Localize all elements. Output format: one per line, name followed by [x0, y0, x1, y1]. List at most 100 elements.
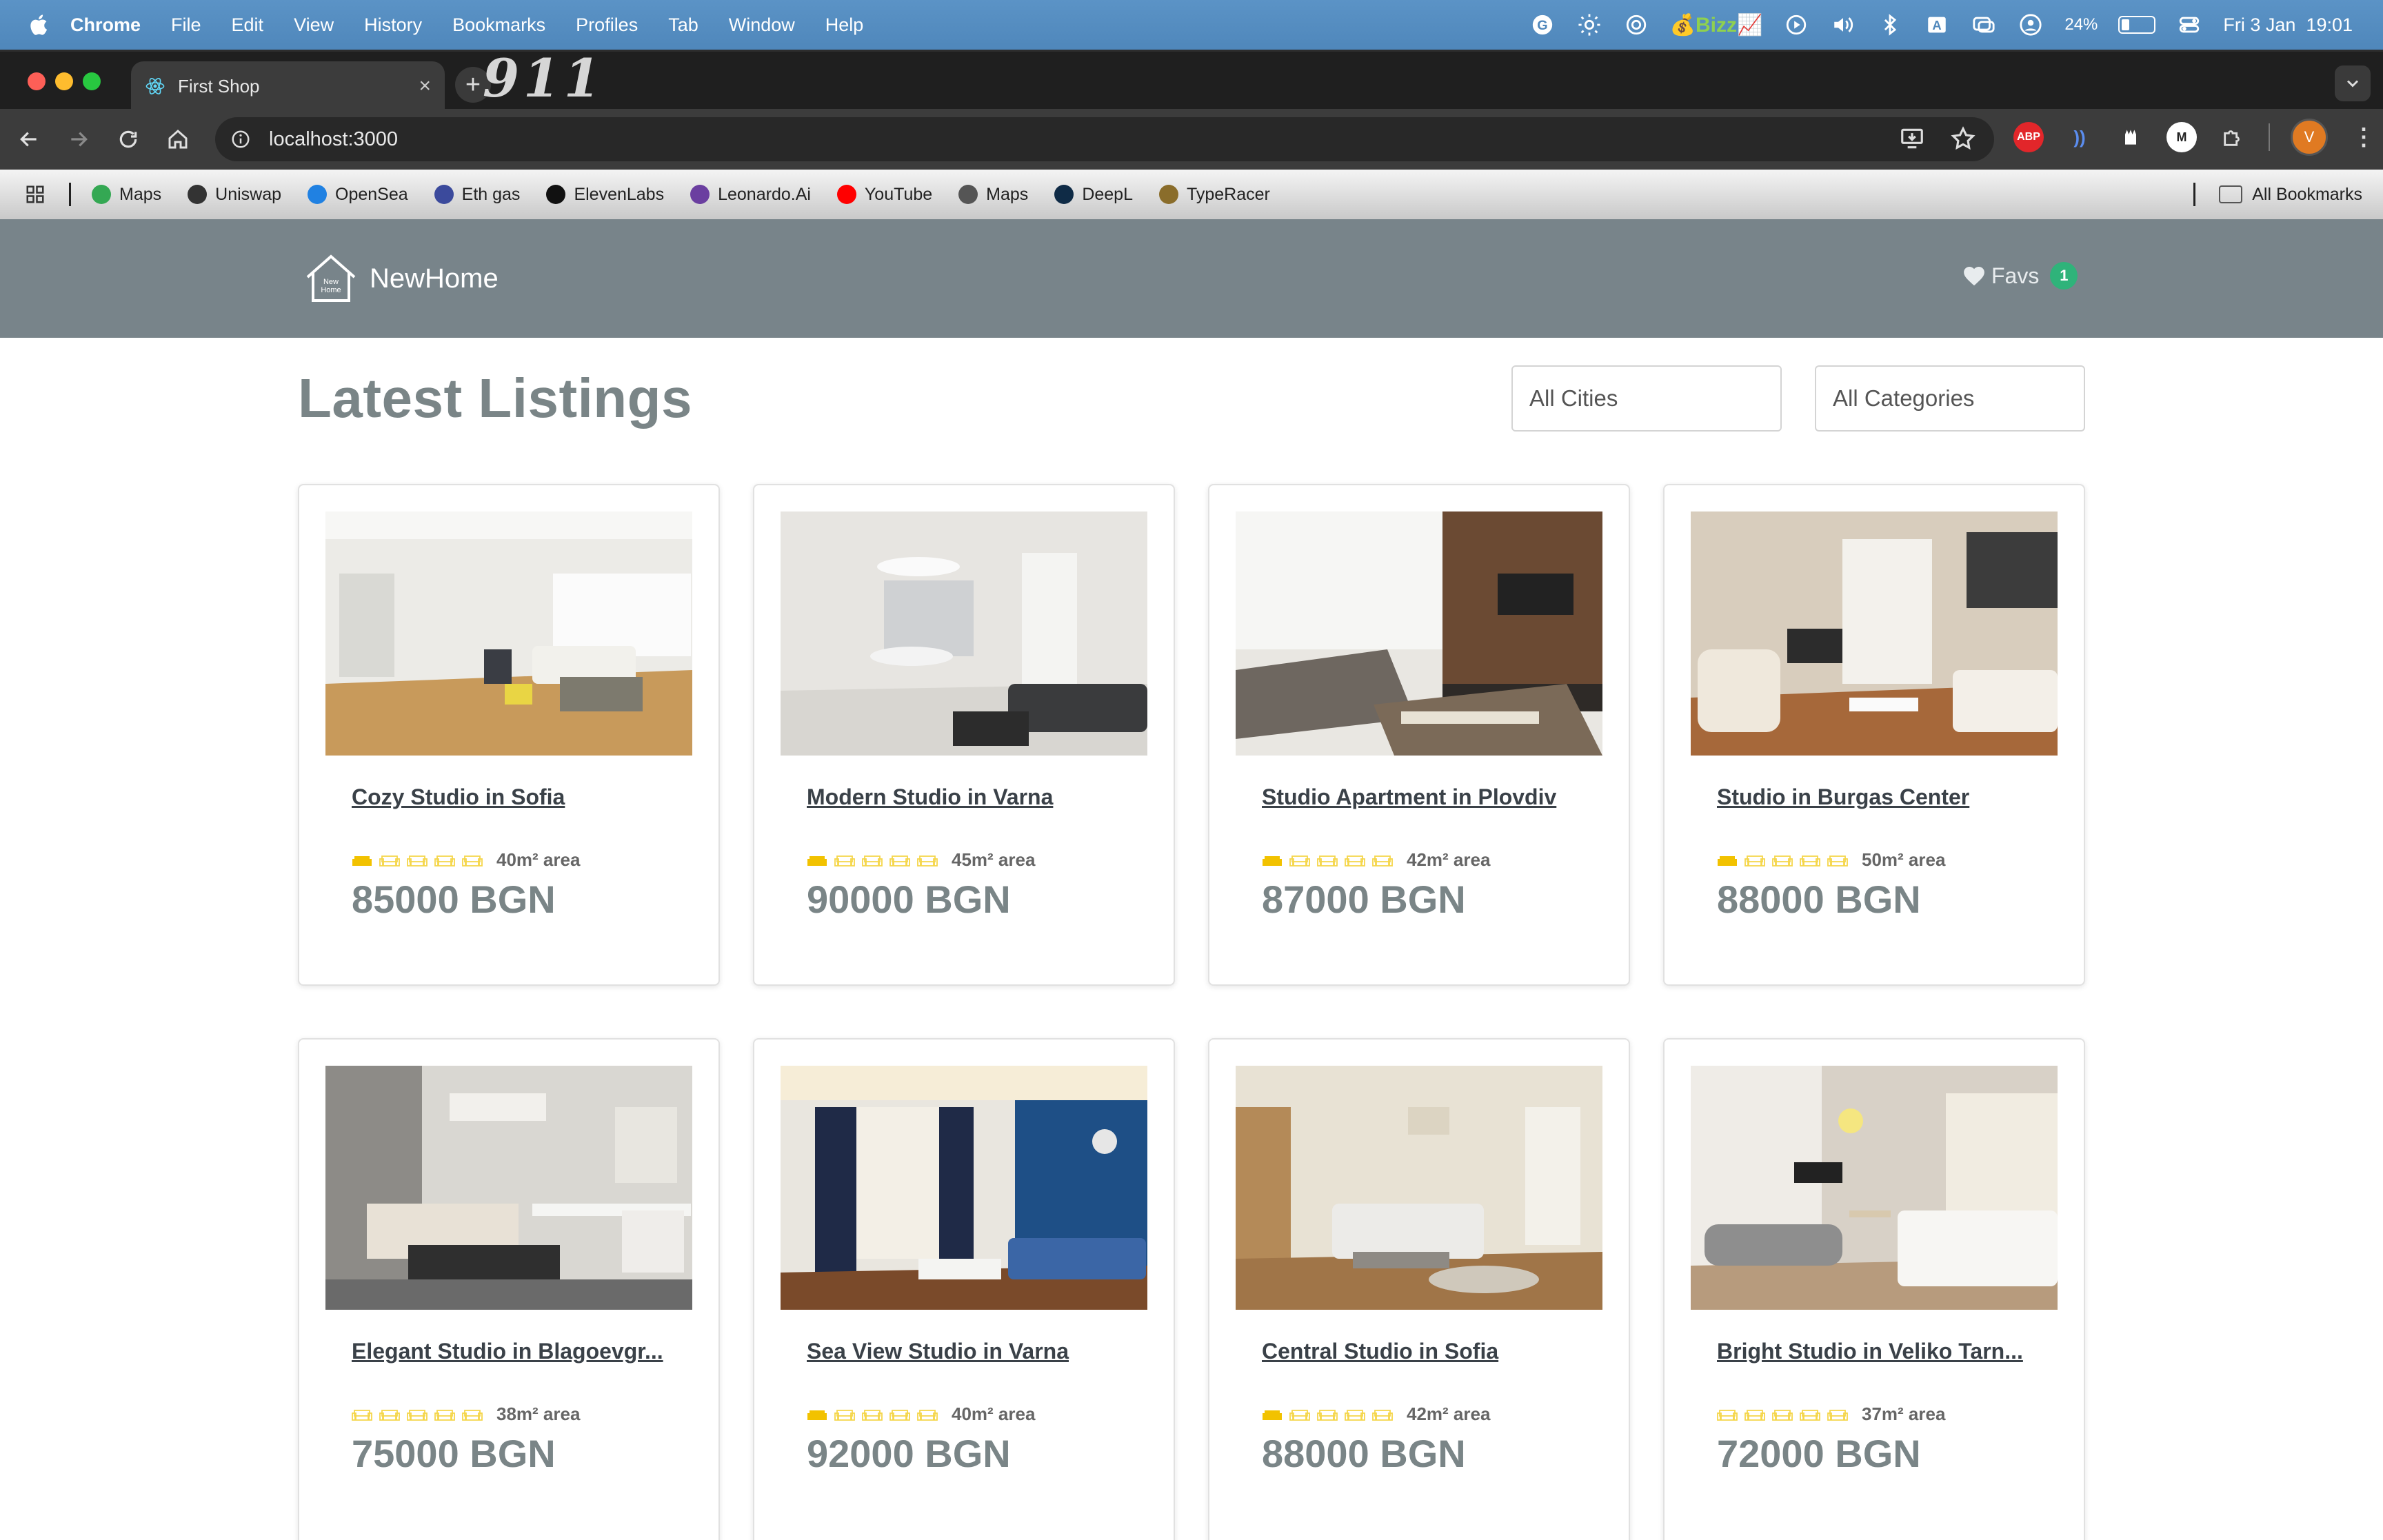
- install-app-icon[interactable]: [1899, 125, 1925, 152]
- play-icon[interactable]: [1783, 12, 1809, 38]
- category-filter-select[interactable]: All Categories: [1815, 365, 2085, 432]
- menu-profiles[interactable]: Profiles: [576, 14, 638, 36]
- sofa-outline-icon: [1827, 855, 1848, 867]
- menu-view[interactable]: View: [294, 14, 334, 36]
- brightness-icon[interactable]: [1576, 12, 1602, 38]
- control-center-icon[interactable]: [2176, 12, 2202, 38]
- bookmark-item[interactable]: TypeRacer: [1158, 185, 1270, 205]
- grammarly-icon[interactable]: G: [1529, 12, 1556, 38]
- window-minimize-button[interactable]: [55, 72, 73, 90]
- listing-card[interactable]: Studio Apartment in Plovdiv 42m² area 87…: [1208, 484, 1630, 986]
- bookmark-item[interactable]: Maps: [958, 185, 1028, 205]
- bookmark-star-icon[interactable]: [1950, 125, 1976, 152]
- comfort-rating: [807, 1406, 945, 1423]
- glove-extension-icon[interactable]: [2115, 122, 2146, 152]
- reload-button[interactable]: [108, 119, 149, 160]
- battery-percent: 24%: [2064, 15, 2098, 34]
- screen-mirroring-icon[interactable]: [1971, 12, 1997, 38]
- menu-file[interactable]: File: [171, 14, 201, 36]
- listing-card[interactable]: Central Studio in Sofia 42m² area 88000 …: [1208, 1038, 1630, 1540]
- listing-photo[interactable]: [325, 1066, 692, 1310]
- listing-title[interactable]: Bright Studio in Veliko Tarn...: [1717, 1339, 2034, 1364]
- city-filter-select[interactable]: All Cities: [1511, 365, 1782, 432]
- listing-card[interactable]: Elegant Studio in Blagoevgr... 38m² area…: [298, 1038, 720, 1540]
- url-text[interactable]: localhost:3000: [269, 128, 398, 151]
- listing-card[interactable]: Sea View Studio in Varna 40m² area 92000…: [753, 1038, 1175, 1540]
- sofa-filled-icon: [807, 1410, 827, 1420]
- listing-card[interactable]: Cozy Studio in Sofia 40m² area 85000 BGN: [298, 484, 720, 986]
- listing-card[interactable]: Studio in Burgas Center 50m² area 88000 …: [1663, 484, 2085, 986]
- home-button[interactable]: [157, 119, 199, 160]
- menu-help[interactable]: Help: [825, 14, 864, 36]
- bookmark-item[interactable]: Leonardo.Ai: [690, 185, 811, 205]
- forward-button[interactable]: [58, 119, 99, 160]
- chatgpt-icon[interactable]: [1623, 12, 1649, 38]
- bookmark-item[interactable]: Uniswap: [188, 185, 281, 205]
- menu-app-chrome[interactable]: Chrome: [70, 14, 141, 36]
- clock[interactable]: Fri 3 Jan 19:01: [2223, 14, 2353, 36]
- tab-close-icon[interactable]: ×: [419, 74, 431, 98]
- volume-icon[interactable]: [1830, 12, 1856, 38]
- all-bookmarks[interactable]: All Bookmarks: [2193, 170, 2362, 219]
- back-button[interactable]: [8, 119, 50, 160]
- chrome-menu-icon[interactable]: ⋮: [2349, 122, 2379, 152]
- listing-photo[interactable]: [781, 1066, 1147, 1310]
- listing-title[interactable]: Studio Apartment in Plovdiv: [1262, 784, 1579, 810]
- bookmark-item[interactable]: Eth gas: [434, 185, 520, 205]
- apps-grid-icon[interactable]: [25, 184, 46, 205]
- window-close-button[interactable]: [28, 72, 46, 90]
- address-bar[interactable]: localhost:3000: [215, 117, 1994, 161]
- listing-title[interactable]: Elegant Studio in Blagoevgr...: [352, 1339, 669, 1364]
- tab-first-shop[interactable]: First Shop ×: [131, 61, 445, 111]
- menu-history[interactable]: History: [364, 14, 422, 36]
- listing-photo[interactable]: [781, 511, 1147, 756]
- sofa-outline-icon: [1317, 1409, 1338, 1421]
- listing-card[interactable]: Modern Studio in Varna 45m² area 90000 B…: [753, 484, 1175, 986]
- profile-avatar[interactable]: V: [2291, 119, 2328, 156]
- bookmark-item[interactable]: DeepL: [1054, 185, 1133, 205]
- bookmark-label: Maps: [986, 184, 1029, 204]
- new-tab-button[interactable]: +: [455, 67, 491, 103]
- bizz-widget[interactable]: 💰Bizz📈: [1670, 13, 1763, 37]
- site-info-icon[interactable]: [230, 129, 251, 150]
- listing-meta: 38m² area: [352, 1404, 580, 1425]
- listing-title[interactable]: Central Studio in Sofia: [1262, 1339, 1579, 1364]
- bookmark-item[interactable]: YouTube: [836, 185, 932, 205]
- bookmark-item[interactable]: Maps: [92, 185, 161, 205]
- battery-icon[interactable]: [2118, 16, 2156, 34]
- window-zoom-button[interactable]: [83, 72, 101, 90]
- listing-photo[interactable]: [325, 511, 692, 756]
- apple-icon[interactable]: [28, 13, 48, 37]
- listing-title[interactable]: Sea View Studio in Varna: [807, 1339, 1124, 1364]
- listing-photo[interactable]: [1691, 511, 2058, 756]
- listing-photo[interactable]: [1236, 511, 1602, 756]
- bookmark-item[interactable]: OpenSea: [308, 185, 408, 205]
- listing-card[interactable]: Bright Studio in Veliko Tarn... 37m² are…: [1663, 1038, 2085, 1540]
- menu-tab[interactable]: Tab: [668, 14, 698, 36]
- listing-title[interactable]: Modern Studio in Varna: [807, 784, 1124, 810]
- menu-window[interactable]: Window: [729, 14, 795, 36]
- cmc-extension-icon[interactable]: M: [2166, 122, 2197, 152]
- brand-link[interactable]: New Home NewHome: [303, 251, 499, 306]
- menu-edit[interactable]: Edit: [232, 14, 264, 36]
- listing-title[interactable]: Cozy Studio in Sofia: [352, 784, 669, 810]
- sofa-outline-icon: [379, 1409, 400, 1421]
- sofa-outline-icon: [862, 855, 883, 867]
- bookmark-item[interactable]: ElevenLabs: [546, 185, 664, 205]
- bright-studio-photo: [1691, 511, 2058, 756]
- listing-title[interactable]: Studio in Burgas Center: [1717, 784, 2034, 810]
- bluetooth-icon[interactable]: [1877, 12, 1903, 38]
- user-account-icon[interactable]: [2018, 12, 2044, 38]
- menu-bookmarks[interactable]: Bookmarks: [452, 14, 545, 36]
- tab-search-button[interactable]: [2335, 65, 2371, 101]
- listing-photo[interactable]: [1691, 1066, 2058, 1310]
- listing-photo[interactable]: [1236, 1066, 1602, 1310]
- favorites-link[interactable]: Favs 1: [1962, 262, 2078, 290]
- bookmark-favicon-icon: [1158, 185, 1178, 204]
- extensions-puzzle-icon[interactable]: [2218, 122, 2248, 152]
- bookmark-favicon-icon: [188, 185, 208, 204]
- voice-extension-icon[interactable]: )): [2064, 122, 2095, 152]
- input-source-icon[interactable]: A: [1924, 12, 1950, 38]
- adblock-plus-icon[interactable]: ABP: [2013, 122, 2044, 152]
- sofa-filled-icon: [1718, 855, 1737, 866]
